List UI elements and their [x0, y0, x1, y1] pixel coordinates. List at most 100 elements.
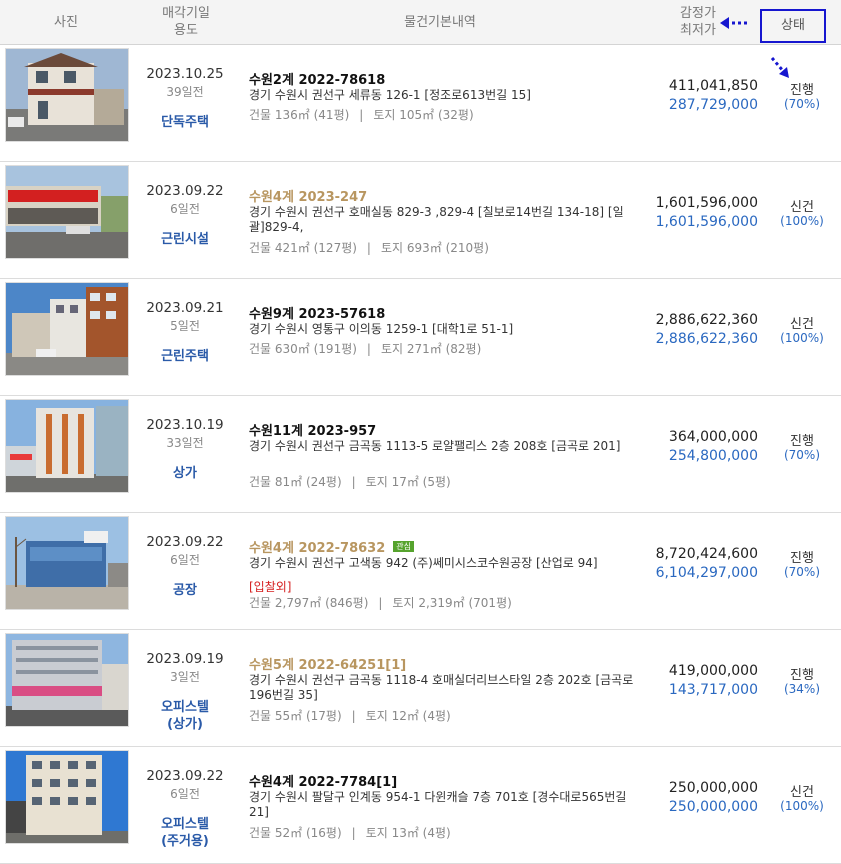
auction-row[interactable]: 2023.10.25 39일전 단독주택 수원2계 2022-78618 경기 수원시 … [0, 44, 841, 162]
usage-type[interactable]: 근린시설 [135, 231, 235, 248]
apartment-photo[interactable] [5, 750, 129, 844]
shop-photo[interactable] [5, 165, 129, 259]
case-number[interactable]: 수원2계 2022-78618 [249, 69, 385, 88]
office-photo[interactable] [5, 633, 129, 727]
status-label: 신건 [790, 317, 814, 332]
days-remaining: 39일전 [166, 85, 204, 99]
sale-date: 2023.09.19 [146, 651, 224, 667]
auction-row[interactable]: 2023.09.19 3일전오피스텔 (상가) 수원5계 2022-64251[1] 경… [0, 629, 841, 747]
property-address: 경기 수원시 권선구 고색동 942 (주)쎄미시스코수원공장 [산업로 94] [249, 556, 598, 570]
factory-photo[interactable] [5, 516, 129, 610]
header-price: 감정가 최저가 [668, 5, 728, 39]
land-area: 토지 2,319㎡ (701평) [392, 596, 512, 610]
land-area: 토지 693㎡ (210평) [380, 241, 489, 255]
usage-label: 근린시설 [161, 232, 209, 247]
days-remaining: 3일전 [170, 670, 200, 684]
appraisal-price: 2,886,622,360 [655, 312, 758, 328]
property-address: 경기 수원시 팔달구 인계동 954-1 다윈캐슬 7층 701호 [경수대로5… [249, 790, 627, 819]
usage-label: 단독주택 [161, 115, 209, 130]
area-info: 건물 55㎡ (17평) | 토지 12㎡ (4평) [249, 707, 451, 724]
usage-label: 공장 [173, 583, 197, 598]
case-number-text: 수원4계 2023-247 [249, 190, 368, 205]
usage-sub-label: (주거용) [161, 834, 209, 849]
status-percent: (34%) [783, 682, 821, 696]
building-area: 건물 55㎡ (17평) [249, 709, 342, 723]
sale-date: 2023.10.19 [146, 417, 224, 433]
building-area: 건물 630㎡ (191평) [249, 342, 357, 356]
auction-row[interactable]: 2023.09.22 6일전공장 수원4계 2022-78632 관심경기 수원시 권… [0, 512, 841, 630]
minimum-price: 250,000,000 [668, 799, 758, 815]
usage-label: 상가 [173, 466, 197, 481]
usage-type[interactable]: 단독주택 [135, 114, 235, 131]
area-info: 건물 136㎡ (41평) | 토지 105㎡ (32평) [249, 106, 474, 123]
auction-row[interactable]: 2023.09.22 6일전오피스텔 (주거용) 수원4계 2022-7784[1] 경… [0, 746, 841, 864]
auction-row[interactable]: 2023.10.19 33일전상가 수원11계 2023-957 경기 수원시 권선구… [0, 395, 841, 513]
land-area: 토지 105㎡ (32평) [373, 108, 474, 122]
auction-row[interactable]: 2023.09.21 5일전근린주택 수원9계 2023-57618 경기 수원시 영… [0, 278, 841, 396]
area-divider: | [378, 596, 383, 610]
interest-badge: 관심 [393, 541, 414, 552]
case-number[interactable]: 수원4계 2022-7784[1] [249, 771, 397, 790]
area-divider: | [366, 241, 371, 255]
header-info: 물건기본내역 [404, 15, 476, 30]
usage-label: 오피스텔 [161, 817, 209, 832]
case-number-text: 수원4계 2022-7784[1] [249, 775, 398, 790]
property-address: 경기 수원시 권선구 금곡동 1118-4 호매실더리브스타일 2층 202호 … [249, 673, 634, 702]
header-date-label: 매각기일 [162, 6, 210, 21]
case-number[interactable]: 수원4계 2022-78632 관심 [249, 537, 414, 556]
property-address: 경기 수원시 영통구 이의동 1259-1 [대학1로 51-1] [249, 322, 514, 336]
status-percent: (70%) [783, 97, 821, 111]
table-header: 사진 매각기일 용도 물건기본내역 감정가 최저가 상태 [0, 0, 841, 45]
property-address: 경기 수원시 권선구 금곡동 1113-5 로얄팰리스 2층 208호 [금곡로… [249, 439, 621, 453]
days-remaining: 5일전 [170, 319, 200, 333]
area-divider: | [359, 108, 364, 122]
appraisal-price: 1,601,596,000 [655, 195, 758, 211]
status-percent: (100%) [780, 214, 824, 228]
case-number[interactable]: 수원5계 2022-64251[1] [249, 654, 406, 673]
case-number[interactable]: 수원11계 2023-957 [249, 420, 376, 439]
usage-type[interactable]: 오피스텔 (주거용) [135, 816, 235, 850]
usage-type[interactable]: 근린주택 [135, 348, 235, 365]
header-photo: 사진 [54, 15, 78, 30]
building-photo[interactable] [5, 282, 129, 376]
land-area: 토지 13㎡ (4평) [365, 826, 451, 840]
case-number-text: 수원11계 2023-957 [249, 424, 377, 439]
case-number[interactable]: 수원9계 2023-57618 [249, 303, 385, 322]
area-info: 건물 421㎡ (127평) | 토지 693㎡ (210평) [249, 239, 489, 256]
appraisal-price: 8,720,424,600 [655, 546, 758, 562]
usage-type[interactable]: 오피스텔 (상가) [135, 699, 235, 733]
usage-type[interactable]: 상가 [135, 465, 235, 482]
days-remaining: 6일전 [170, 787, 200, 801]
case-number-text: 수원9계 2023-57618 [249, 307, 386, 322]
land-area: 토지 271㎡ (82평) [380, 342, 482, 356]
auction-row[interactable]: 2023.09.22 6일전 근린시설 수원4계 2023-247 경기 수원시 권선구… [0, 161, 841, 279]
status-label: 신건 [790, 785, 814, 800]
sale-date: 2023.09.22 [146, 534, 224, 550]
house-photo[interactable] [5, 48, 129, 142]
tower-photo[interactable] [5, 399, 129, 493]
area-divider: | [366, 342, 371, 356]
property-address: 경기 수원시 권선구 호매실동 829-3 ,829-4 [칠보로14번길 13… [249, 205, 624, 234]
case-number-text: 수원4계 2022-78632 [249, 541, 386, 556]
case-number-text: 수원5계 2022-64251[1] [249, 658, 407, 673]
land-area: 토지 17㎡ (5평) [365, 475, 451, 489]
days-remaining: 33일전 [166, 436, 204, 450]
area-divider: | [351, 475, 356, 489]
minimum-price: 287,729,000 [668, 97, 758, 113]
building-area: 건물 136㎡ (41평) [249, 108, 350, 122]
building-area: 건물 421㎡ (127평) [249, 241, 357, 255]
area-divider: | [351, 709, 356, 723]
header-status-highlight[interactable]: 상태 [760, 9, 826, 43]
sale-date: 2023.09.21 [146, 300, 224, 316]
status-percent: (70%) [783, 448, 821, 462]
usage-type[interactable]: 공장 [135, 582, 235, 599]
usage-label: 근린주택 [161, 349, 209, 364]
header-appraisal-label: 감정가 [680, 6, 716, 21]
days-remaining: 6일전 [170, 553, 200, 567]
minimum-price: 1,601,596,000 [655, 214, 758, 230]
status-label: 진행 [790, 83, 814, 98]
case-number[interactable]: 수원4계 2023-247 [249, 186, 367, 205]
sale-date: 2023.09.22 [146, 768, 224, 784]
case-number-text: 수원2계 2022-78618 [249, 73, 386, 88]
minimum-price: 6,104,297,000 [655, 565, 758, 581]
